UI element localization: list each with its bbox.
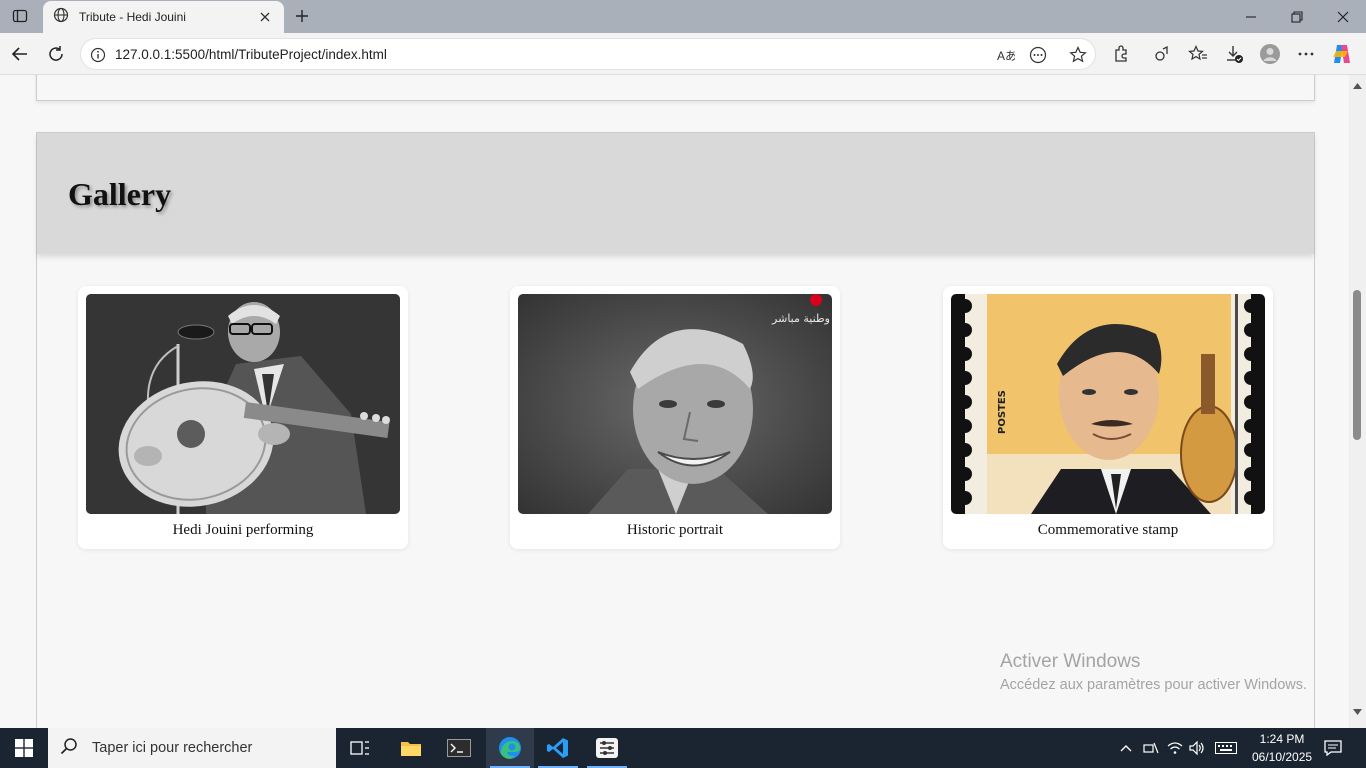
wifi-icon[interactable] [1164,728,1186,768]
card-caption: Commemorative stamp [1037,522,1179,538]
profile-avatar-icon[interactable] [1258,42,1282,66]
scroll-down-icon[interactable] [1353,707,1362,716]
minimize-icon[interactable] [1228,0,1274,33]
info-icon[interactable] [89,46,107,64]
scroll-up-icon[interactable] [1353,81,1362,90]
vertical-scrollbar[interactable] [1349,75,1366,728]
page-viewport: Gallery Hedi Jouini performing وطنية مبا… [0,75,1349,728]
gallery-card: وطنية مباشر Historic portrait [510,286,840,549]
tab-actions-icon[interactable] [6,4,34,28]
control-panel-icon[interactable] [583,728,631,768]
gallery-card: POSTES Commemorative stamp [943,286,1273,549]
oud-player-photo [86,294,400,514]
browser-toolbar: 127.0.0.1:5500/html/TributeProject/index… [0,33,1366,75]
windows-start-icon[interactable] [0,728,48,768]
back-arrow-icon[interactable] [6,40,34,68]
tab-title: Tribute - Hedi Jouini [79,10,186,24]
favorite-star-icon[interactable] [1067,44,1089,66]
notification-center-icon[interactable] [1320,736,1346,760]
close-window-icon[interactable] [1320,0,1366,33]
browser-essentials-icon[interactable] [1150,42,1174,66]
gallery-card: Hedi Jouini performing [78,286,408,549]
svg-text:Aあ: Aあ [997,49,1015,62]
settings-menu-icon[interactable] [1294,42,1318,66]
restore-icon[interactable] [1274,0,1320,33]
vscode-icon[interactable] [534,728,582,768]
more-options-icon[interactable] [1027,44,1049,66]
network-icon[interactable] [1140,728,1162,768]
card-caption: Hedi Jouini performing [172,522,314,538]
clock-time: 1:24 PM [1259,732,1305,746]
taskbar-clock[interactable]: 1:24 PM 06/10/2025 [1252,730,1312,766]
close-tab-icon[interactable] [256,8,274,26]
favorites-icon[interactable] [1186,42,1210,66]
stamp-postes-text: POSTES [997,390,1008,434]
url-text: 127.0.0.1:5500/html/TributeProject/index… [115,47,387,62]
postage-stamp-illustration: POSTES [951,294,1265,514]
tv-logo-text: وطنية مباشر [771,312,830,325]
search-icon [60,737,78,760]
address-bar[interactable]: 127.0.0.1:5500/html/TributeProject/index… [80,38,1096,70]
gallery-title: Gallery [68,176,172,212]
downloads-icon[interactable] [1222,42,1246,66]
search-placeholder: Taper ici pour rechercher [92,740,253,756]
gallery-header: Gallery [37,133,1314,254]
file-explorer-icon[interactable] [387,728,435,768]
read-aloud-icon[interactable]: Aあ [995,44,1017,66]
windows-taskbar: Taper ici pour rechercher 1:24 PM 06/10/… [0,728,1366,768]
edge-browser-icon[interactable] [486,728,534,768]
volume-icon[interactable] [1186,728,1208,768]
refresh-icon[interactable] [42,40,70,68]
taskbar-search-box[interactable]: Taper ici pour rechercher [48,728,336,768]
globe-icon [53,7,69,28]
card-caption: Historic portrait [626,522,724,538]
scroll-thumb[interactable] [1353,290,1361,440]
activate-windows-title: Activer Windows [1000,651,1141,672]
copilot-icon[interactable] [1330,42,1354,66]
terminal-icon[interactable] [435,728,483,768]
tray-chevron-icon[interactable] [1116,728,1136,768]
smiling-portrait-photo: وطنية مباشر [518,294,832,514]
extensions-icon[interactable] [1109,42,1133,66]
keyboard-icon[interactable] [1212,728,1240,768]
clock-date: 06/10/2025 [1252,750,1313,764]
activate-windows-subtitle: Accédez aux paramètres pour activer Wind… [1000,677,1308,693]
browser-tab-bar: Tribute - Hedi Jouini [0,0,1366,33]
previous-section [36,75,1315,101]
new-tab-icon[interactable] [289,4,315,28]
gallery-section: Gallery Hedi Jouini performing وطنية مبا… [36,132,1315,728]
task-view-icon[interactable] [336,728,384,768]
browser-tab[interactable]: Tribute - Hedi Jouini [43,1,284,33]
